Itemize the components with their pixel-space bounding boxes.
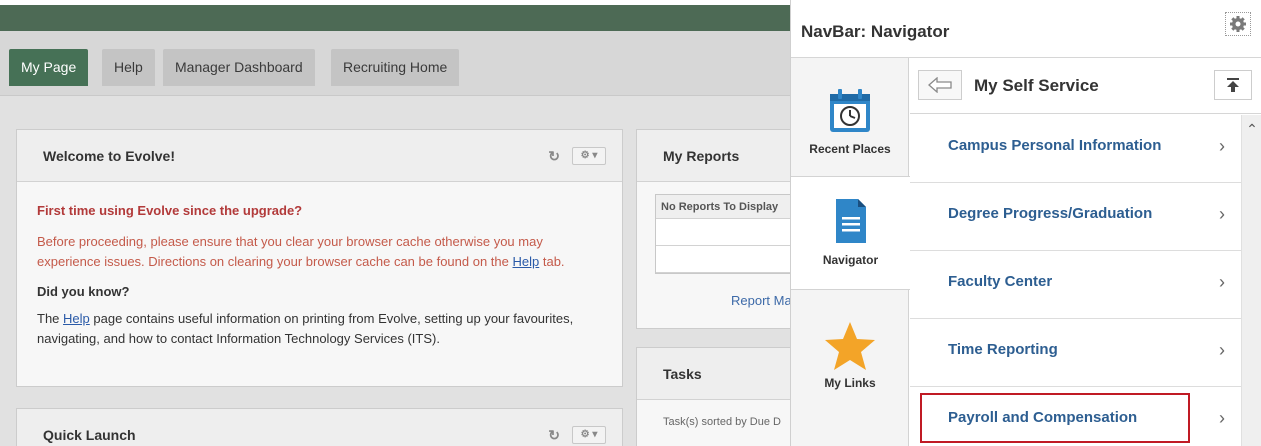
tab-recruiting-home[interactable]: Recruiting Home (331, 49, 460, 86)
pagelet-options-icon[interactable]: ⚙ ▾ (572, 426, 606, 444)
gear-icon[interactable] (1225, 12, 1251, 36)
navbar-title: NavBar: Navigator (801, 22, 950, 41)
tab-bar: My Page Help Manager Dashboard Recruitin… (0, 31, 790, 96)
menu-item-label: Faculty Center (948, 273, 1053, 290)
did-you-know-heading: Did you know? (37, 284, 130, 299)
my-reports-title: My Reports (663, 148, 740, 164)
welcome-title: Welcome to Evolve! (43, 148, 176, 164)
navbar-rail: Recent Places Navigator My Links (791, 58, 910, 446)
star-icon (825, 322, 875, 370)
quick-launch-header: Quick Launch ↻ ⚙ ▾ (17, 409, 622, 446)
help-link-1[interactable]: Help (513, 254, 540, 269)
rail-item-my-links[interactable]: My Links (791, 320, 909, 390)
menu-item-degree-progress-graduation[interactable]: Degree Progress/Graduation › (910, 183, 1241, 251)
navigator-menu-header: My Self Service (910, 58, 1261, 114)
chevron-up-icon[interactable]: ⌃ (1242, 121, 1261, 138)
section-title: My Self Service (974, 76, 1099, 95)
help-info: The Help page contains useful informatio… (37, 311, 574, 346)
welcome-pagelet: Welcome to Evolve! ↻ ⚙ ▾ First time usin… (16, 129, 623, 387)
menu-item-label: Degree Progress/Graduation (948, 205, 1153, 222)
tasks-sort-note: Task(s) sorted by Due D (663, 416, 781, 428)
tab-manager-dashboard[interactable]: Manager Dashboard (163, 49, 315, 86)
rail-label: My Links (824, 376, 876, 390)
cache-notice: Before proceeding, please ensure that yo… (37, 234, 565, 269)
reports-table-header: No Reports To Display (656, 195, 805, 219)
chevron-right-icon: › (1219, 136, 1225, 156)
tasks-header: Tasks (637, 348, 805, 400)
tasks-title: Tasks (663, 366, 702, 382)
upgrade-heading: First time using Evolve since the upgrad… (37, 203, 303, 218)
menu-item-payroll-and-compensation[interactable]: Payroll and Compensation › (910, 387, 1241, 446)
rail-item-navigator[interactable]: Navigator (791, 176, 910, 290)
navigator-menu: My Self Service Campus Personal Informat… (910, 58, 1261, 446)
menu-item-campus-personal-information[interactable]: Campus Personal Information › (910, 115, 1241, 183)
rail-item-recent-places[interactable]: Recent Places (791, 86, 909, 156)
tasks-pagelet: Tasks Task(s) sorted by Due D (636, 347, 806, 446)
refresh-icon[interactable]: ↻ (548, 130, 560, 182)
menu-scrollbar[interactable]: ⌃ (1241, 115, 1261, 446)
arrow-left-icon (928, 77, 952, 93)
arrow-top-icon (1227, 78, 1239, 92)
chevron-right-icon: › (1219, 408, 1225, 428)
pagelet-options-icon[interactable]: ⚙ ▾ (572, 147, 606, 165)
rail-label: Navigator (822, 253, 879, 267)
menu-item-time-reporting[interactable]: Time Reporting › (910, 319, 1241, 387)
chevron-right-icon: › (1219, 204, 1225, 224)
quick-launch-title: Quick Launch (43, 427, 136, 443)
navigator-item-list: Campus Personal Information › Degree Pro… (910, 115, 1241, 446)
refresh-icon[interactable]: ↻ (548, 409, 560, 446)
welcome-pagelet-header: Welcome to Evolve! ↻ ⚙ ▾ (17, 130, 622, 182)
help-link-2[interactable]: Help (63, 311, 90, 326)
quick-launch-pagelet: Quick Launch ↻ ⚙ ▾ (16, 408, 623, 446)
menu-item-label: Time Reporting (948, 341, 1058, 358)
document-icon (835, 199, 866, 243)
tab-my-page[interactable]: My Page (9, 49, 89, 86)
navbar-header: NavBar: Navigator (791, 0, 1261, 58)
reports-table: No Reports To Display (655, 194, 805, 274)
report-manager-link[interactable]: Report Ma (731, 293, 792, 308)
menu-item-label: Campus Personal Information (948, 137, 1162, 154)
chevron-right-icon: › (1219, 340, 1225, 360)
page-content: Welcome to Evolve! ↻ ⚙ ▾ First time usin… (0, 96, 806, 446)
my-reports-header: My Reports (637, 130, 805, 182)
table-row (656, 219, 805, 246)
menu-item-faculty-center[interactable]: Faculty Center › (910, 251, 1241, 319)
chevron-right-icon: › (1219, 272, 1225, 292)
scroll-to-top-button[interactable] (1214, 70, 1252, 100)
calendar-clock-icon (830, 89, 870, 132)
table-row (656, 246, 805, 273)
back-button[interactable] (918, 70, 962, 100)
my-reports-pagelet: My Reports No Reports To Display Report … (636, 129, 806, 329)
menu-item-label: Payroll and Compensation (948, 409, 1138, 426)
portal-header (0, 5, 790, 31)
tab-help[interactable]: Help (102, 49, 155, 86)
rail-label: Recent Places (809, 142, 891, 156)
navbar-panel: NavBar: Navigator Recent Places Navigato… (790, 0, 1261, 446)
